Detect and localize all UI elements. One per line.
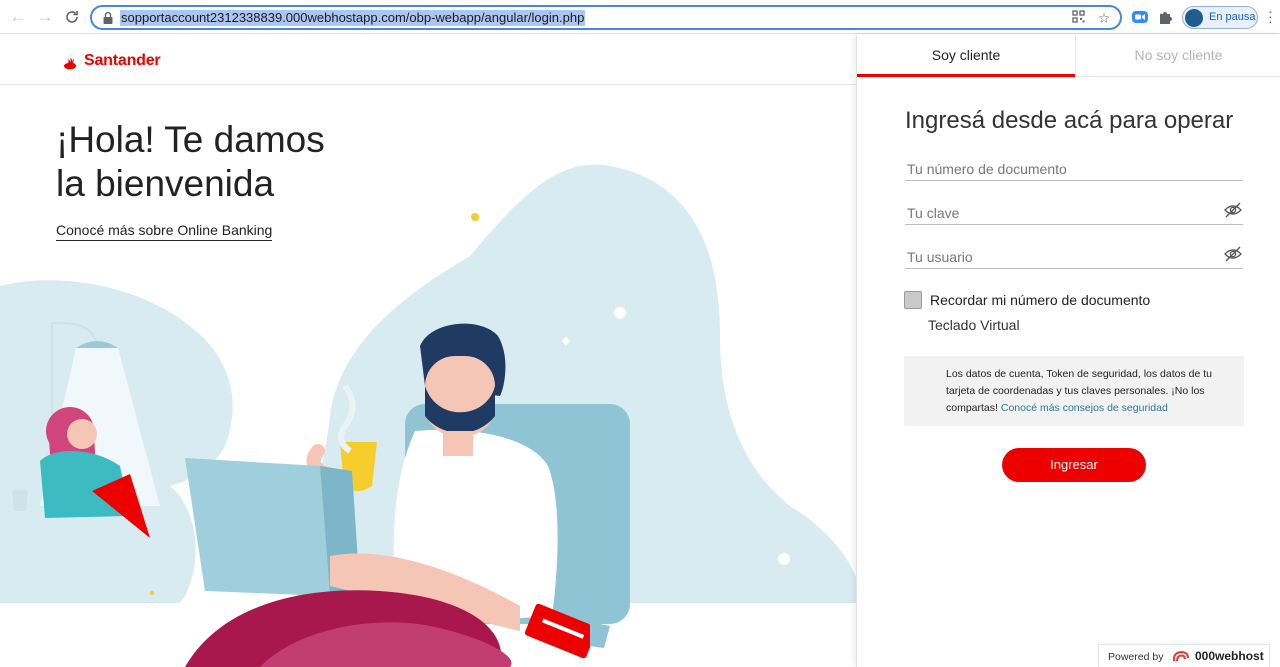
extensions-puzzle-icon[interactable] xyxy=(1157,8,1175,26)
document-field xyxy=(905,155,1243,181)
virtual-keyboard-link[interactable]: Teclado Virtual xyxy=(928,317,1020,333)
ingresar-button[interactable]: Ingresar xyxy=(1002,448,1146,482)
hero-title-line2: la bienvenida xyxy=(56,163,275,204)
back-icon[interactable]: ← xyxy=(9,8,27,26)
reload-icon[interactable] xyxy=(63,8,81,26)
santander-logo[interactable]: Santander xyxy=(60,50,161,72)
online-banking-link[interactable]: Conocé más sobre Online Banking xyxy=(56,222,273,241)
login-title: Ingresá desde acá para operar xyxy=(905,107,1234,134)
user-input[interactable] xyxy=(907,247,1207,267)
browser-toolbar: ← → sopportaccount2312338839.000webhosta… xyxy=(0,0,1280,34)
lock-icon xyxy=(103,11,113,24)
password-input[interactable] xyxy=(907,203,1207,223)
login-panel: Soy cliente No soy cliente Ingresá desde… xyxy=(856,35,1280,667)
flame-icon xyxy=(64,53,76,70)
security-notice-text: Los datos de cuenta, Token de seguridad,… xyxy=(946,366,1228,417)
user-field xyxy=(905,243,1243,269)
eye-slash-icon[interactable] xyxy=(1223,201,1243,219)
tab-no-soy-cliente[interactable]: No soy cliente xyxy=(1075,35,1280,77)
000webhost-logo-icon xyxy=(1172,650,1189,662)
qr-code-icon[interactable] xyxy=(1070,10,1086,26)
password-field xyxy=(905,199,1243,225)
address-bar[interactable]: sopportaccount2312338839.000webhostapp.c… xyxy=(90,5,1122,30)
powered-by-badge[interactable]: Powered by 000webhost xyxy=(1098,644,1270,667)
forward-icon[interactable]: → xyxy=(36,8,54,26)
site-header: Santander xyxy=(0,35,856,85)
hero-section: ¡Hola! Te damos la bienvenida Conocé más… xyxy=(0,86,856,667)
url-text[interactable]: sopportaccount2312338839.000webhostapp.c… xyxy=(120,10,586,26)
profile-status: En pausa xyxy=(1209,11,1256,23)
logo-text: Santander xyxy=(84,52,161,69)
hero-title: ¡Hola! Te damos la bienvenida xyxy=(56,118,325,206)
tab-soy-cliente[interactable]: Soy cliente xyxy=(857,35,1075,77)
security-notice: Los datos de cuenta, Token de seguridad,… xyxy=(904,356,1244,426)
document-input[interactable] xyxy=(907,159,1207,179)
powered-by-label: Powered by xyxy=(1108,651,1164,663)
zoom-extension-icon[interactable] xyxy=(1131,8,1149,26)
client-tabs: Soy cliente No soy cliente xyxy=(857,35,1280,77)
menu-kebab-icon[interactable]: · · · xyxy=(1268,4,1273,28)
profile-button[interactable]: En pausa xyxy=(1182,6,1258,29)
page: Santander ¡Hola! Te damos la bienvenida … xyxy=(0,35,1280,667)
eye-slash-icon[interactable] xyxy=(1223,245,1243,263)
remember-checkbox[interactable] xyxy=(904,291,922,309)
remember-label[interactable]: Recordar mi número de documento xyxy=(930,292,1150,308)
hero-title-line1: ¡Hola! Te damos xyxy=(56,119,325,160)
powered-by-brand: 000webhost xyxy=(1195,649,1264,663)
star-icon[interactable]: ☆ xyxy=(1096,10,1112,26)
avatar xyxy=(1185,9,1203,27)
security-tips-link[interactable]: Conocé más consejos de seguridad xyxy=(1001,402,1168,414)
